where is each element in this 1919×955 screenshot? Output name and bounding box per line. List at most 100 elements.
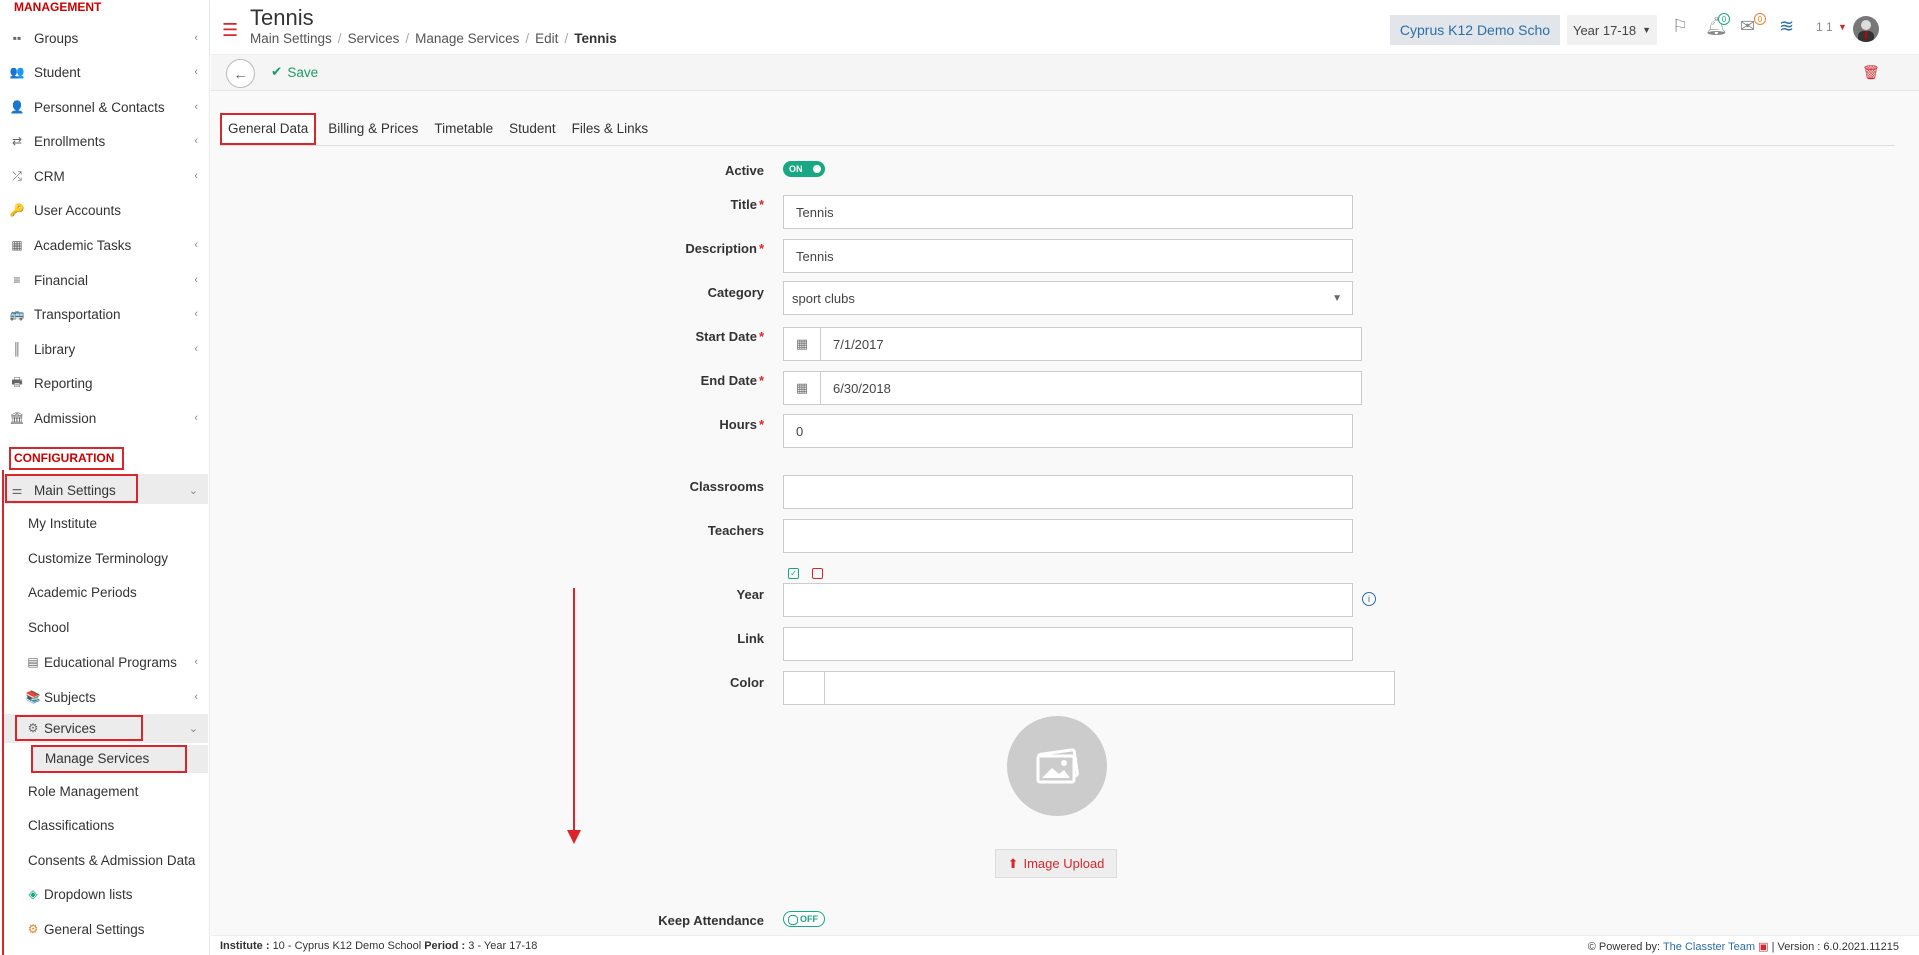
sidebar-item-admission[interactable]: 🏛 Admission ‹ [8,405,204,431]
breadcrumb-services[interactable]: Services [348,31,400,46]
sidebar-item-subjects[interactable]: 📚 Subjects ‹ [24,684,204,710]
sidebar-item-school[interactable]: School [28,620,69,635]
year-selector[interactable]: Year 17-18 ▼ [1567,15,1657,45]
gear-icon: ⚙ [27,922,39,936]
arrow-left-icon: ← [233,65,248,82]
sidebar-item-enrollments[interactable]: ⇄ Enrollments ‹ [8,128,204,154]
copyright-icon: © [1587,941,1596,953]
chevron-left-icon: ‹ [194,343,198,355]
highlight-sidebar-line [2,470,4,955]
tab-student[interactable]: Student [501,113,564,145]
sidebar-item-consents[interactable]: Consents & Admission Data [28,853,195,868]
personnel-icon: 👤 [9,100,25,114]
back-button[interactable]: ← [226,59,255,88]
deselect-all-icon[interactable] [812,568,823,579]
user-accounts-icon: 🔑 [9,203,25,217]
sidebar-item-crm[interactable]: ⤮ CRM ‹ [8,163,204,189]
calendar-icon[interactable]: ▦ [783,327,820,361]
info-icon[interactable]: i [1362,592,1376,606]
caret-down-icon[interactable]: ▼ [1838,22,1847,32]
keep-attendance-toggle[interactable]: OFF [783,911,825,927]
classrooms-input[interactable] [783,475,1353,509]
footer: Institute : 10 - Cyprus K12 Demo School … [211,935,1919,955]
sidebar-item-user-accounts[interactable]: 🔑 User Accounts [8,197,204,223]
breadcrumb-main-settings[interactable]: Main Settings [250,31,332,46]
transportation-icon: 🚌 [9,307,25,321]
breadcrumb-edit[interactable]: Edit [535,31,558,46]
teachers-label: Teachers [707,523,764,538]
institute-selector[interactable]: Cyprus K12 Demo Scho [1390,15,1560,45]
top-bar [211,0,1919,55]
end-date-input[interactable]: 6/30/2018 [820,371,1362,405]
layers-icon[interactable]: ≋ [1779,16,1794,37]
chevron-left-icon: ‹ [194,274,198,286]
year-input[interactable] [783,583,1353,617]
tab-billing-prices[interactable]: Billing & Prices [320,113,426,145]
sidebar-item-customize-terminology[interactable]: Customize Terminology [28,551,168,566]
year-label: Year [736,587,764,602]
flag-icon[interactable]: ⚐ [1672,16,1688,37]
title-input[interactable]: Tennis [783,195,1353,229]
team-link[interactable]: The Classter Team [1663,941,1755,953]
color-swatch[interactable] [783,671,825,705]
sidebar-item-classifications[interactable]: Classifications [28,818,114,833]
sidebar-item-academic-tasks[interactable]: ▦ Academic Tasks ‹ [8,232,204,258]
highlight-manage-services [31,745,187,773]
hours-input[interactable]: 0 [783,414,1353,448]
chevron-left-icon: ‹ [194,239,198,251]
sidebar-item-educational-programs[interactable]: ▤ Educational Programs ‹ [24,649,204,675]
save-button[interactable]: ✔ Save [271,64,318,80]
sidebar-item-groups[interactable]: ▪▪ Groups ‹ [8,25,204,51]
notifications-badge: 0 [1718,13,1730,25]
sidebar-item-personnel[interactable]: 👤 Personnel & Contacts ‹ [8,94,204,120]
sidebar-item-general-settings[interactable]: ⚙ General Settings [24,916,204,942]
teachers-input[interactable] [783,519,1353,553]
highlight-main-settings [5,474,138,503]
student-icon: 👥 [9,65,25,79]
link-input[interactable] [783,627,1353,661]
color-label: Color [730,675,764,690]
chevron-left-icon: ‹ [194,412,198,424]
chevron-left-icon: ‹ [194,308,198,320]
classter-logo-icon: ▣ [1758,941,1769,953]
sidebar-item-my-institute[interactable]: My Institute [28,516,97,531]
tab-files-links[interactable]: Files & Links [564,113,657,145]
color-input[interactable] [824,671,1395,705]
sidebar-item-student[interactable]: 👥 Student ‹ [8,59,204,85]
trash-icon[interactable]: 🗑 [1862,64,1880,81]
groups-icon: ▪▪ [12,31,22,45]
tab-general-data[interactable]: General Data [220,113,317,145]
annotation-arrow [573,588,575,836]
sidebar-item-reporting[interactable]: 🖶 Reporting [8,370,204,396]
image-icon [1036,748,1079,784]
sidebar-item-role-management[interactable]: Role Management [28,784,138,799]
envelope-icon[interactable]: ✉ [1740,16,1755,37]
description-input[interactable]: Tennis [783,239,1353,273]
toolbar [211,55,1919,91]
financial-icon: ≡ [13,273,21,287]
chevron-left-icon: ‹ [194,101,198,113]
hours-label: Hours * [719,417,764,432]
sidebar-item-financial[interactable]: ≡ Financial ‹ [8,267,204,293]
sidebar-item-transportation[interactable]: 🚌 Transportation ‹ [8,301,204,327]
tabs-divider [220,145,1895,146]
avatar[interactable] [1853,16,1879,42]
classrooms-label: Classrooms [689,479,764,494]
tab-timetable[interactable]: Timetable [426,113,501,145]
calendar-icon[interactable]: ▦ [783,371,820,405]
sidebar-item-academic-periods[interactable]: Academic Periods [28,585,137,600]
image-upload-button[interactable]: ⬆ Image Upload [995,849,1117,878]
start-date-label: Start Date * [695,329,764,344]
tab-bar: General Data Billing & Prices Timetable … [220,113,656,145]
sidebar-item-library[interactable]: ║ Library ‹ [8,336,204,362]
programs-icon: ▤ [27,655,39,669]
start-date-input[interactable]: 7/1/2017 [820,327,1362,361]
breadcrumb-manage-services[interactable]: Manage Services [415,31,519,46]
select-all-check-icon[interactable]: ✓ [788,568,799,579]
hamburger-menu-icon[interactable]: ☰ [222,20,238,41]
chevron-down-icon: ⌄ [188,484,198,497]
caret-down-icon: ▼ [1332,292,1342,304]
sidebar-item-dropdown-lists[interactable]: ◈ Dropdown lists [24,881,204,907]
category-select[interactable]: sport clubs ▼ [783,281,1353,315]
active-toggle[interactable]: ON [783,161,825,177]
